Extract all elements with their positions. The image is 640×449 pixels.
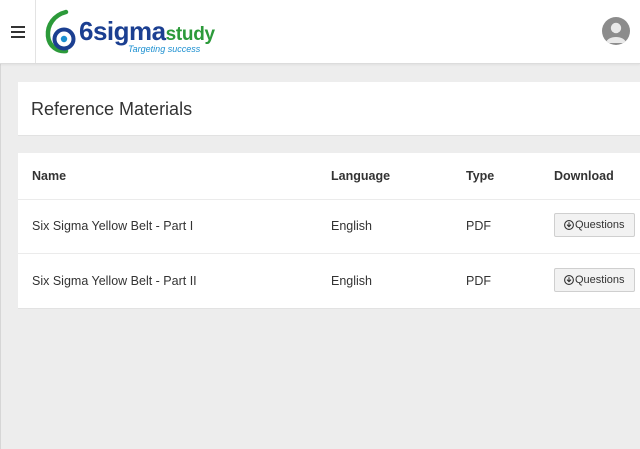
column-header-language: Language [331,169,391,183]
table-header-row: Name Language Type Download [18,153,640,200]
material-name: Six Sigma Yellow Belt - Part II [32,274,197,288]
material-language: English [331,274,372,288]
site-logo[interactable]: 6sigmastudy Targeting success [44,9,224,55]
table-row: Six Sigma Yellow Belt - Part II English … [18,254,640,308]
logo-word-sub: study [165,24,215,45]
download-button-label: Questions [575,274,625,286]
hamburger-icon [10,25,25,38]
logo-tagline: Targeting success [128,44,201,54]
page-title: Reference Materials [31,99,193,119]
material-language: English [331,219,372,233]
page-title-card: Reference Materials [18,82,640,136]
page-left-border [0,64,1,449]
logo-mark-icon [45,9,76,54]
column-header-name: Name [32,169,67,183]
column-header-type: Type [466,169,495,183]
material-type: PDF [466,219,491,233]
download-cell: Questions [554,268,635,292]
reference-materials-table: Name Language Type Download Six Sigma Ye… [18,153,640,309]
material-type: PDF [466,274,491,288]
logo-wordmark: 6sigmastudy [79,18,215,44]
user-avatar-icon [606,22,626,43]
user-avatar[interactable] [602,17,630,45]
column-header-download: Download [554,169,614,183]
table-row: Six Sigma Yellow Belt - Part I English P… [18,199,640,254]
download-questions-button[interactable]: Questions [554,213,635,237]
download-button-label: Questions [575,219,625,231]
material-name: Six Sigma Yellow Belt - Part I [32,219,194,233]
top-bar: 6sigmastudy Targeting success [0,0,640,64]
download-questions-button[interactable]: Questions [554,268,635,292]
menu-button[interactable] [0,0,36,63]
logo-word-main: 6sigma [79,16,166,46]
circle-arrow-down-icon [564,275,574,285]
download-cell: Questions [554,213,635,237]
circle-arrow-down-icon [564,220,574,230]
